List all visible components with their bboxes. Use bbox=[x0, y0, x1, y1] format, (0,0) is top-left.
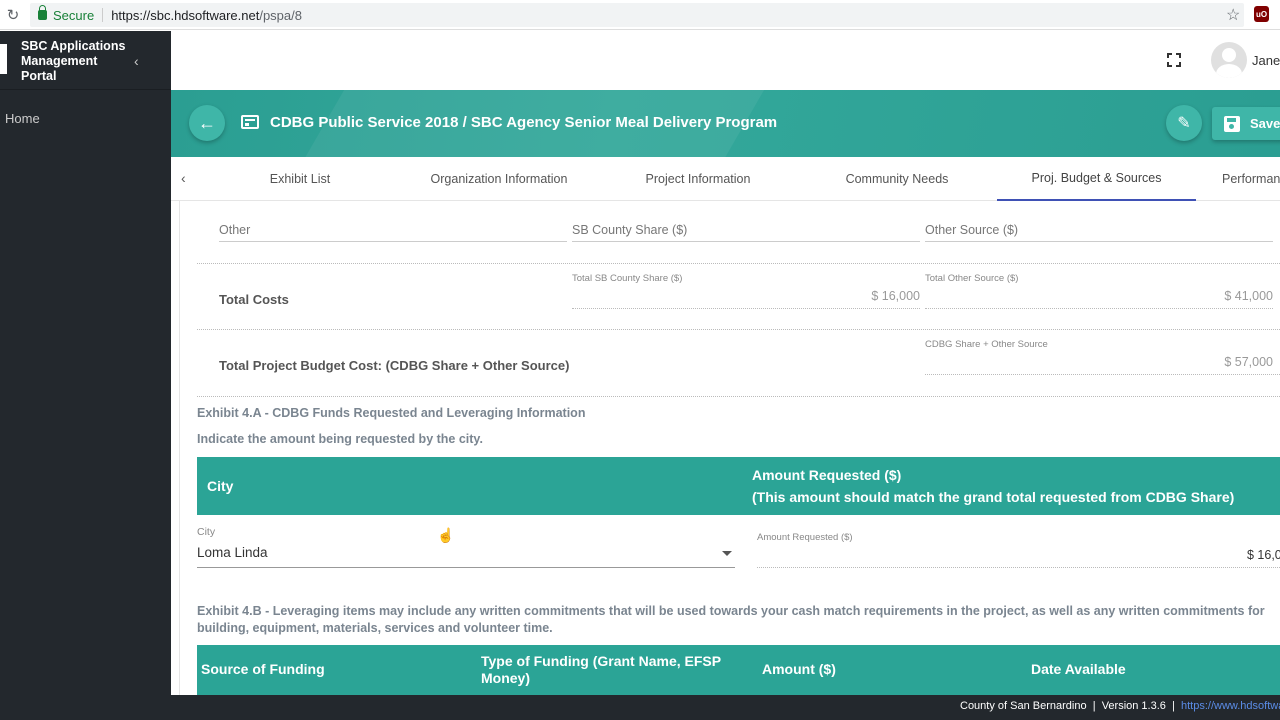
floppy-disk-icon bbox=[1224, 115, 1240, 132]
other-field[interactable] bbox=[219, 241, 567, 242]
total-other-label: Total Other Source ($) bbox=[925, 273, 1019, 284]
hand-cursor-icon: ☝ bbox=[437, 527, 455, 543]
city-select[interactable] bbox=[197, 567, 735, 568]
sb-share-field[interactable] bbox=[572, 241, 920, 242]
chevron-left-icon[interactable]: ‹ bbox=[181, 170, 186, 186]
url-path: /pspa/8 bbox=[259, 7, 302, 23]
col-amount-line2: (This amount should match the grand tota… bbox=[752, 489, 1235, 505]
arrow-left-icon: ← bbox=[198, 112, 216, 133]
amount-requested-label: Amount Requested ($) bbox=[757, 532, 853, 543]
secure-label: Secure bbox=[53, 7, 95, 23]
exhibit-4a-title: Exhibit 4.A - CDBG Funds Requested and L… bbox=[197, 406, 586, 420]
footer-link[interactable]: https://www.hdsoftware.net bbox=[1181, 700, 1280, 712]
save-label: Save bbox=[1250, 116, 1280, 131]
col-amount: Amount ($) bbox=[762, 661, 836, 677]
amount-requested-field[interactable] bbox=[757, 567, 1280, 568]
city-select-value[interactable]: Loma Linda bbox=[197, 545, 268, 560]
footer: County of San Bernardino | Version 1.3.6… bbox=[0, 695, 1280, 720]
chevron-left-icon[interactable]: ‹ bbox=[134, 53, 139, 69]
other-field-label: Other bbox=[219, 223, 251, 237]
col-type-of-funding: Type of Funding (Grant Name, EFSP Money) bbox=[481, 653, 721, 686]
username[interactable]: Jane bbox=[1252, 53, 1280, 68]
top-header: Jane bbox=[171, 31, 1280, 90]
tab-project-information[interactable]: Project Information bbox=[599, 157, 797, 201]
project-total-small-label: CDBG Share + Other Source bbox=[925, 339, 1048, 350]
total-other-value: $ 41,000 bbox=[1224, 289, 1273, 303]
amount-requested-value[interactable]: $ 16,000 bbox=[1247, 548, 1280, 562]
url-host: https://sbc.hdsoftware.net bbox=[111, 7, 260, 23]
tab-organization-information[interactable]: Organization Information bbox=[399, 157, 599, 201]
page-banner: ← CDBG Public Service 2018 / SBC Agency … bbox=[171, 90, 1280, 157]
city-select-label: City bbox=[197, 526, 216, 538]
col-city: City bbox=[207, 478, 234, 494]
tab-performance[interactable]: Performance bbox=[1222, 157, 1280, 201]
total-sb-label: Total SB County Share ($) bbox=[572, 273, 683, 284]
tab-proj-budget-sources[interactable]: Proj. Budget & Sources bbox=[997, 157, 1196, 201]
project-total-value: $ 57,000 bbox=[1224, 355, 1273, 369]
footer-org: County of San Bernardino bbox=[960, 700, 1087, 712]
tab-exhibit-list[interactable]: Exhibit List bbox=[201, 157, 399, 201]
browser-toolbar: ↻ Secure https://sbc.hdsoftware.net/pspa… bbox=[0, 0, 1280, 30]
other-source-field[interactable] bbox=[925, 241, 1273, 242]
fullscreen-icon[interactable] bbox=[1167, 53, 1181, 67]
total-sb-value: $ 16,000 bbox=[871, 289, 920, 303]
main-content: Other SB County Share ($) Other Source (… bbox=[171, 201, 1280, 695]
tab-community-needs[interactable]: Community Needs bbox=[797, 157, 997, 201]
col-date-available: Date Available bbox=[1031, 661, 1126, 677]
edit-button[interactable]: ✎ bbox=[1166, 105, 1202, 141]
sb-share-field-label: SB County Share ($) bbox=[572, 223, 688, 237]
exhibit-4a-instruction: Indicate the amount being requested by t… bbox=[197, 432, 483, 446]
exhibit-4b-table-header: Source of Funding Type of Funding (Grant… bbox=[197, 645, 1280, 695]
tab-bar: ‹ Exhibit List Organization Information … bbox=[171, 157, 1280, 201]
sidebar-item-home[interactable]: Home bbox=[5, 111, 40, 126]
sidebar-header: SBC Applications Management Portal ‹ bbox=[0, 31, 171, 90]
extension-shield-icon[interactable]: uO bbox=[1254, 6, 1269, 22]
logo-icon bbox=[0, 44, 7, 74]
save-button[interactable]: Save bbox=[1212, 107, 1280, 140]
address-bar[interactable]: Secure https://sbc.hdsoftware.net/pspa/8 bbox=[30, 3, 1244, 27]
card-icon bbox=[241, 115, 259, 129]
avatar[interactable] bbox=[1211, 42, 1247, 78]
reload-icon[interactable]: ↻ bbox=[6, 7, 20, 24]
bookmark-star-icon[interactable]: ☆ bbox=[1226, 5, 1240, 25]
col-source-of-funding: Source of Funding bbox=[201, 661, 325, 677]
exhibit-4b-text: Exhibit 4.B - Leveraging items may inclu… bbox=[197, 604, 1265, 635]
back-button[interactable]: ← bbox=[189, 105, 225, 141]
footer-version: Version 1.3.6 bbox=[1101, 700, 1166, 712]
exhibit-4a-table-header: City Amount Requested ($) (This amount s… bbox=[197, 457, 1280, 515]
sidebar-title: SBC Applications Management Portal bbox=[21, 39, 126, 83]
other-source-field-label: Other Source ($) bbox=[925, 223, 1019, 237]
total-costs-label: Total Costs bbox=[219, 292, 289, 307]
caret-down-icon[interactable] bbox=[722, 551, 732, 556]
lock-icon bbox=[38, 5, 47, 20]
page-title: CDBG Public Service 2018 / SBC Agency Se… bbox=[270, 114, 778, 131]
project-total-label: Total Project Budget Cost: (CDBG Share +… bbox=[219, 358, 570, 373]
pencil-icon: ✎ bbox=[1177, 115, 1191, 132]
sidebar: SBC Applications Management Portal ‹ Hom… bbox=[0, 31, 171, 695]
col-amount-line1: Amount Requested ($) bbox=[752, 467, 902, 483]
